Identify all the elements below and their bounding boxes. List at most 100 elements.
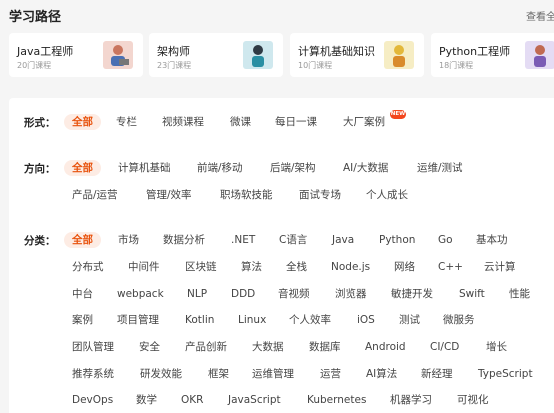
view-all-link[interactable]: 查看全部 xyxy=(526,8,554,23)
card-title: Java工程师 xyxy=(17,45,74,58)
tag-category[interactable]: NLP xyxy=(187,286,207,302)
tag-category[interactable]: 网络 xyxy=(394,259,415,275)
tag-category[interactable]: 增长 xyxy=(486,339,507,355)
tag-form-video[interactable]: 视频课程 xyxy=(162,114,204,130)
tag-category[interactable]: iOS xyxy=(357,312,375,328)
learning-path-header: 学习路径 查看全部 xyxy=(0,0,554,28)
tag-direction-frontend[interactable]: 前端/移动 xyxy=(197,160,243,176)
tag-direction-interview[interactable]: 面试专场 xyxy=(299,187,341,203)
tag-category[interactable]: 区块链 xyxy=(185,259,217,275)
tag-category[interactable]: AI算法 xyxy=(366,366,397,382)
tag-category[interactable]: OKR xyxy=(181,392,203,408)
tag-category[interactable]: 微服务 xyxy=(443,312,475,328)
tag-direction-cs[interactable]: 计算机基础 xyxy=(118,160,171,176)
path-card-architect[interactable]: 架构师 23门课程 xyxy=(149,33,283,77)
tag-category[interactable]: TypeScript xyxy=(478,366,533,382)
tag-category[interactable]: 团队管理 xyxy=(72,339,114,355)
tag-category[interactable]: 数据库 xyxy=(309,339,341,355)
tag-category[interactable]: 市场 xyxy=(118,232,139,248)
tag-category[interactable]: webpack xyxy=(117,286,164,302)
tag-category-all[interactable]: 全部 xyxy=(64,232,101,248)
filter-label-form: 形式： xyxy=(24,117,56,129)
filter-label-category: 分类： xyxy=(24,235,56,247)
tag-direction-ops[interactable]: 运维/测试 xyxy=(417,160,463,176)
card-title: 计算机基础知识 xyxy=(298,45,375,58)
card-course-count: 20门课程 xyxy=(17,61,52,70)
tag-category[interactable]: 敏捷开发 xyxy=(391,286,433,302)
tag-category[interactable]: Node.js xyxy=(331,259,370,275)
tag-category[interactable]: 分布式 xyxy=(72,259,104,275)
tag-category[interactable]: 基本功 xyxy=(476,232,508,248)
card-course-count: 18门课程 xyxy=(439,61,474,70)
tag-category[interactable]: 项目管理 xyxy=(117,312,159,328)
card-illustration xyxy=(103,41,133,69)
path-card-python[interactable]: Python工程师 18门课程 xyxy=(431,33,554,77)
path-card-java[interactable]: Java工程师 20门课程 xyxy=(9,33,143,77)
card-title: Python工程师 xyxy=(439,45,511,58)
tag-form-daily[interactable]: 每日一课 xyxy=(275,114,317,130)
filter-panel: 形式： 全部 专栏 视频课程 微课 每日一课 大厂案例 NEW 方向： 全部 计… xyxy=(9,98,554,413)
tag-category[interactable]: 浏览器 xyxy=(335,286,367,302)
card-title: 架构师 xyxy=(157,45,190,58)
tag-direction-backend[interactable]: 后端/架构 xyxy=(270,160,316,176)
tag-category[interactable]: 中台 xyxy=(72,286,93,302)
filter-label-direction: 方向： xyxy=(24,163,56,175)
tag-category[interactable]: Swift xyxy=(459,286,485,302)
tag-category[interactable]: 全栈 xyxy=(286,259,307,275)
tag-form-micro[interactable]: 微课 xyxy=(230,114,251,130)
tag-category[interactable]: 性能 xyxy=(509,286,530,302)
card-course-count: 23门课程 xyxy=(157,61,192,70)
tag-category[interactable]: Android xyxy=(365,339,406,355)
tag-category[interactable]: JavaScript xyxy=(228,392,281,408)
tag-category[interactable]: 推荐系统 xyxy=(72,366,114,382)
card-illustration xyxy=(243,41,273,69)
learning-path-cards: Java工程师 20门课程 架构师 23门课程 计算机基础知识 10门课程 Py… xyxy=(0,33,554,79)
tag-category[interactable]: 案例 xyxy=(72,312,93,328)
tag-form-column[interactable]: 专栏 xyxy=(116,114,137,130)
tag-category[interactable]: Linux xyxy=(238,312,266,328)
tag-category[interactable]: 云计算 xyxy=(484,259,516,275)
tag-category[interactable]: 中间件 xyxy=(128,259,160,275)
tag-category[interactable]: Kotlin xyxy=(185,312,214,328)
tag-category[interactable]: 数据分析 xyxy=(163,232,205,248)
tag-form-all[interactable]: 全部 xyxy=(64,114,101,130)
tag-category[interactable]: 测试 xyxy=(399,312,420,328)
tag-category[interactable]: C语言 xyxy=(279,232,307,248)
tag-category[interactable]: 运维管理 xyxy=(252,366,294,382)
tag-category[interactable]: C++ xyxy=(438,259,463,275)
tag-direction-product[interactable]: 产品/运营 xyxy=(72,187,118,203)
tag-direction-ai[interactable]: AI/大数据 xyxy=(343,160,388,176)
tag-category[interactable]: 大数据 xyxy=(252,339,284,355)
tag-category[interactable]: 机器学习 xyxy=(390,392,432,408)
tag-direction-all[interactable]: 全部 xyxy=(64,160,101,176)
tag-category[interactable]: Go xyxy=(438,232,453,248)
tag-category[interactable]: DDD xyxy=(231,286,255,302)
tag-category[interactable]: Python xyxy=(379,232,415,248)
tag-category[interactable]: 产品创新 xyxy=(185,339,227,355)
tag-category[interactable]: 音视频 xyxy=(278,286,310,302)
tag-direction-softskills[interactable]: 职场软技能 xyxy=(220,187,273,203)
tag-category[interactable]: 新经理 xyxy=(421,366,453,382)
tag-category[interactable]: 运营 xyxy=(320,366,341,382)
section-title: 学习路径 xyxy=(9,10,62,25)
tag-category[interactable]: DevOps xyxy=(72,392,113,408)
tag-category[interactable]: 框架 xyxy=(208,366,229,382)
card-illustration xyxy=(384,41,414,69)
path-card-cs-basics[interactable]: 计算机基础知识 10门课程 xyxy=(290,33,424,77)
tag-category[interactable]: 研发效能 xyxy=(140,366,182,382)
tag-category[interactable]: 个人效率 xyxy=(289,312,331,328)
tag-category[interactable]: .NET xyxy=(231,232,255,248)
tag-direction-management[interactable]: 管理/效率 xyxy=(146,187,192,203)
tag-category[interactable]: Kubernetes xyxy=(307,392,366,408)
new-badge: NEW xyxy=(390,110,406,119)
tag-category[interactable]: 可视化 xyxy=(457,392,489,408)
tag-form-bigcase[interactable]: 大厂案例 xyxy=(343,114,385,130)
card-illustration xyxy=(525,41,554,69)
tag-direction-growth[interactable]: 个人成长 xyxy=(366,187,408,203)
tag-category[interactable]: CI/CD xyxy=(430,339,459,355)
tag-category[interactable]: 安全 xyxy=(139,339,160,355)
tag-category[interactable]: 数学 xyxy=(136,392,157,408)
card-course-count: 10门课程 xyxy=(298,61,333,70)
tag-category[interactable]: Java xyxy=(332,232,354,248)
tag-category[interactable]: 算法 xyxy=(241,259,262,275)
